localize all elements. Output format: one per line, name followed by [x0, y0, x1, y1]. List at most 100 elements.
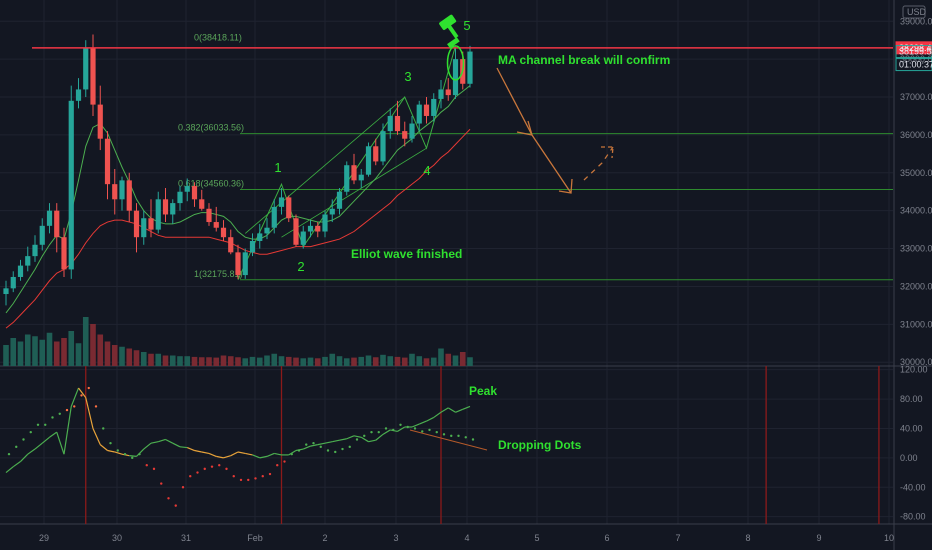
oscillator-dot	[399, 423, 402, 426]
volume-bar	[97, 334, 104, 366]
candle-body	[242, 252, 248, 276]
volume-bar	[307, 357, 314, 366]
oscillator-dot	[355, 438, 359, 441]
oscillator-dot	[116, 449, 119, 452]
volume-bar	[387, 356, 394, 366]
oscillator-tick-label: 40.00	[900, 423, 923, 433]
volume-bar	[169, 355, 176, 366]
oscillator-dot	[370, 430, 373, 434]
oscillator-dot	[196, 471, 199, 474]
volume-bar	[155, 353, 162, 366]
candle-body	[133, 210, 140, 238]
momentum-line-segment	[179, 446, 188, 449]
currency-label: USD	[907, 7, 927, 17]
time-tick-label: 4	[464, 533, 469, 543]
candle-body	[10, 276, 16, 289]
elliott-note: Elliot wave finished	[351, 247, 462, 261]
candle-body	[68, 100, 74, 270]
volume-bar	[39, 339, 46, 366]
candle-body	[184, 186, 190, 192]
candle-body	[336, 191, 343, 209]
candle-body	[206, 208, 212, 223]
volume-bar	[380, 354, 386, 366]
candle-body	[293, 218, 299, 245]
volume-bar	[329, 353, 336, 366]
time-tick-label: 2	[322, 533, 327, 543]
candle-body	[329, 208, 335, 215]
time-tick-label: Feb	[247, 533, 263, 543]
oscillator-dot	[174, 504, 177, 507]
oscillator-dot	[254, 477, 257, 480]
volume-bar	[111, 345, 118, 366]
oscillator-tick-label: 0.00	[900, 453, 918, 463]
oscillator-dot	[123, 452, 127, 456]
oscillator-dot	[73, 405, 76, 408]
oscillator-dot	[305, 443, 308, 446]
volume-bar	[430, 357, 437, 366]
oscillator-dot	[218, 464, 221, 467]
volume-bar	[140, 352, 147, 366]
volume-bar	[314, 358, 321, 366]
oscillator-tick-label: -80.00	[900, 512, 926, 522]
oscillator-dot	[268, 472, 272, 476]
candle-body	[416, 104, 422, 124]
volume-bar	[24, 334, 31, 366]
wave-label: 4	[423, 163, 430, 178]
wave-label: 5	[463, 18, 470, 33]
price-tag-label: 01:00:37	[899, 60, 932, 70]
candle-body	[322, 214, 328, 232]
volume-bar	[53, 341, 60, 366]
volume-bar	[293, 357, 299, 366]
time-tick-label: 10	[884, 533, 894, 543]
volume-bar	[351, 357, 357, 366]
volume-bar	[459, 352, 466, 366]
candle-body	[278, 197, 285, 207]
volume-bar	[285, 356, 292, 366]
oscillator-dot	[36, 423, 40, 426]
candle-body	[141, 218, 147, 238]
price-tick-label: 35000.00	[900, 168, 932, 178]
oscillator-dot	[181, 486, 185, 489]
volume-bar	[191, 356, 198, 366]
oscillator-dot	[65, 408, 69, 412]
price-tick-label: 34000.00	[900, 206, 932, 216]
oscillator-dot	[94, 405, 98, 408]
oscillator-dot	[377, 430, 380, 434]
price-chart[interactable]: 0(38418.11)0.382(36033.56)0.618(34560.36…	[0, 0, 932, 550]
candle-body	[213, 222, 219, 228]
time-tick-label: 8	[745, 533, 750, 543]
oscillator-dot	[22, 438, 25, 441]
fib-level-label: 0(38418.11)	[194, 32, 242, 42]
candle-body	[249, 240, 256, 253]
oscillator-dot	[131, 456, 134, 460]
candle-body	[228, 237, 234, 253]
oscillator-dot	[471, 438, 475, 441]
oscillator-dot	[421, 430, 424, 433]
volume-bar	[126, 348, 133, 366]
volume-bar	[198, 357, 205, 366]
candle-body	[394, 115, 401, 132]
volume-bar	[278, 356, 285, 366]
volume-bar	[206, 357, 212, 366]
candle-body	[300, 231, 306, 245]
candle-body	[438, 89, 444, 99]
oscillator-dot	[87, 386, 90, 390]
volume-bar	[184, 356, 191, 366]
volume-bar	[300, 358, 307, 366]
volume-bar	[271, 353, 278, 366]
volume-bar	[220, 355, 227, 366]
peak-note: Peak	[469, 384, 497, 398]
oscillator-dot	[239, 478, 243, 482]
candle-body	[431, 98, 437, 116]
volume-bar	[177, 356, 183, 366]
wave-label: 1	[274, 160, 281, 175]
volume-bar	[264, 355, 270, 366]
volume-bar	[104, 341, 111, 366]
oscillator-dot	[138, 452, 141, 456]
volume-bar	[133, 350, 140, 366]
candle-body	[307, 225, 314, 232]
price-tag: 38199.54	[895, 45, 932, 59]
oscillator-dot	[261, 475, 264, 478]
volume-bar	[242, 358, 249, 366]
chart-background	[0, 0, 932, 550]
